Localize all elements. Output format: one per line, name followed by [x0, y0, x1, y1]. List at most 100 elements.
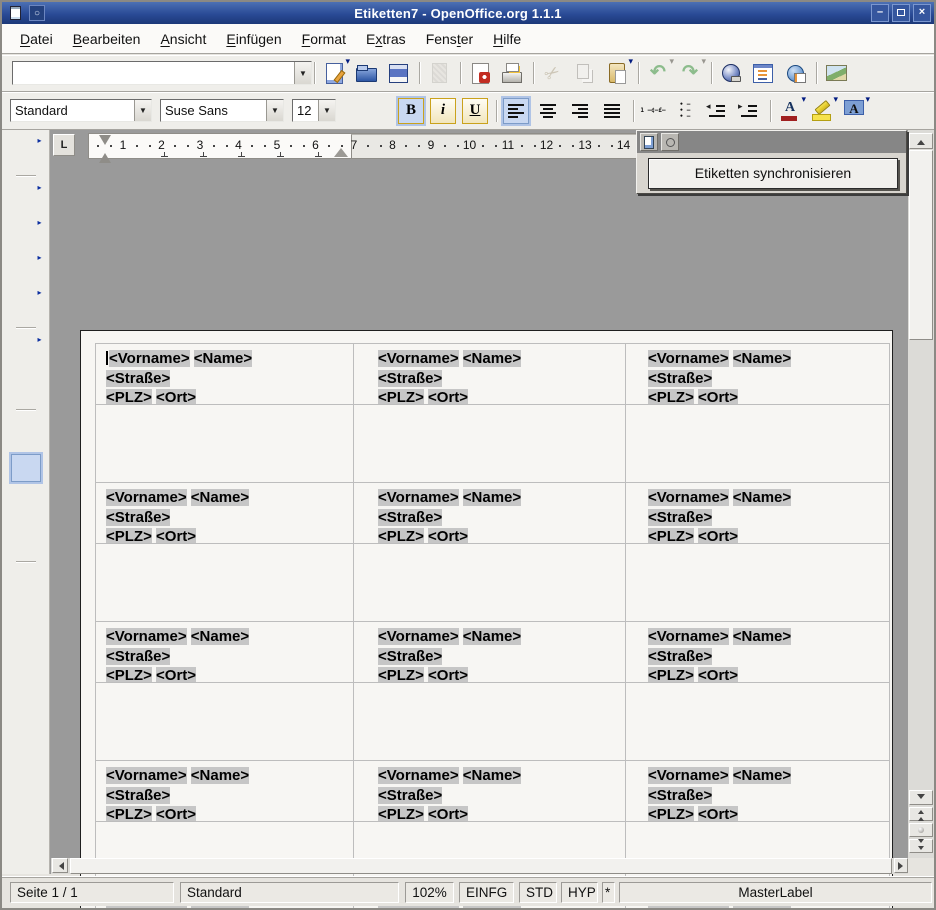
field-plz[interactable]: <PLZ>: [106, 389, 152, 404]
synchronize-floating-window[interactable]: Etiketten synchronisieren: [636, 130, 907, 194]
field-plz[interactable]: <PLZ>: [648, 806, 694, 821]
field-plz[interactable]: <PLZ>: [106, 806, 152, 821]
font-size-value[interactable]: 12: [293, 100, 318, 121]
dropdown-arrow-icon[interactable]: ▾: [701, 57, 706, 65]
horizontal-scroll-thumb[interactable]: [70, 858, 892, 874]
dropdown-arrow-icon[interactable]: ▾: [345, 57, 350, 65]
field-strasse[interactable]: <Straße>: [106, 648, 170, 665]
field-vorname[interactable]: <Vorname>: [648, 489, 729, 506]
field-vorname[interactable]: <Vorname>: [648, 767, 729, 784]
graphics-on-off-icon[interactable]: [11, 606, 41, 634]
paragraph-style-value[interactable]: Standard: [11, 100, 134, 121]
tab-type-selector[interactable]: L: [53, 134, 75, 156]
direct-cursor-icon[interactable]: [11, 372, 41, 400]
field-name[interactable]: <Name>: [191, 628, 249, 645]
status-page-style[interactable]: Standard: [180, 882, 399, 903]
field-vorname[interactable]: <Vorname>: [378, 767, 459, 784]
field-name[interactable]: <Name>: [733, 628, 791, 645]
field-ort[interactable]: <Ort>: [698, 806, 738, 821]
highlighting-icon[interactable]: ▾: [809, 98, 835, 124]
label-cell[interactable]: <Vorname> <Name><Straße><PLZ> <Ort>: [378, 344, 625, 404]
label-cell[interactable]: <Vorname> <Name><Straße><PLZ> <Ort>: [648, 344, 889, 404]
field-strasse[interactable]: <Straße>: [378, 648, 442, 665]
field-strasse[interactable]: <Straße>: [378, 370, 442, 387]
field-strasse[interactable]: <Straße>: [648, 509, 712, 526]
bullets-icon[interactable]: [672, 98, 698, 124]
field-name[interactable]: <Name>: [191, 489, 249, 506]
background-color-icon[interactable]: ▾: [841, 98, 867, 124]
label-cell[interactable]: <Vorname> <Name><Straße><PLZ> <Ort>: [378, 483, 625, 543]
titlebar[interactable]: ○ Etiketten7 - OpenOffice.org 1.1.1 – ×: [2, 2, 934, 24]
float-document-icon[interactable]: [640, 133, 658, 151]
field-name[interactable]: <Name>: [463, 906, 521, 910]
label-cell[interactable]: <Vorname> <Name><Straße><PLZ> <Ort>: [378, 622, 625, 682]
window-document-icon[interactable]: [6, 4, 24, 22]
field-ort[interactable]: <Ort>: [156, 389, 196, 404]
label-cell[interactable]: <Vorname> <Name> <Straße> <PLZ> <Ort>: [648, 761, 889, 821]
field-vorname[interactable]: <Vorname>: [648, 906, 729, 910]
menu-item-bearbeiten[interactable]: Bearbeiten: [63, 28, 151, 50]
label-cell[interactable]: <Vorname> <Name> <Straße> <PLZ> <Ort>: [648, 483, 889, 543]
autotext-icon[interactable]: ▸: [11, 337, 41, 365]
status-page-number[interactable]: Seite 1 / 1: [10, 882, 174, 903]
dropdown-arrow-icon[interactable]: ▾: [628, 57, 633, 65]
field-name[interactable]: <Name>: [733, 489, 791, 506]
bold-button[interactable]: B: [398, 98, 424, 124]
field-plz[interactable]: <PLZ>: [648, 528, 694, 543]
field-name[interactable]: <Name>: [733, 767, 791, 784]
scroll-down-button[interactable]: [909, 790, 933, 805]
label-cell[interactable]: <Vorname> <Name><Straße><PLZ> <Ort>: [106, 622, 353, 682]
chevron-down-icon[interactable]: ▼: [294, 62, 311, 84]
maximize-button[interactable]: [892, 4, 910, 22]
field-strasse[interactable]: <Straße>: [648, 787, 712, 804]
minimize-button[interactable]: –: [871, 4, 889, 22]
field-plz[interactable]: <PLZ>: [648, 389, 694, 404]
field-ort[interactable]: <Ort>: [698, 389, 738, 404]
chevron-down-icon[interactable]: ▼: [318, 100, 335, 121]
align-left-icon[interactable]: [503, 98, 529, 124]
field-strasse[interactable]: <Straße>: [106, 370, 170, 387]
undo-icon[interactable]: ▾: [645, 60, 671, 86]
field-plz[interactable]: <PLZ>: [378, 389, 424, 404]
font-color-icon[interactable]: ▾: [777, 98, 803, 124]
export-pdf-icon[interactable]: [467, 60, 493, 86]
field-ort[interactable]: <Ort>: [156, 667, 196, 682]
auto-spellcheck-icon[interactable]: [11, 454, 41, 482]
status-zoom[interactable]: 102%: [405, 882, 454, 903]
field-vorname[interactable]: <Vorname>: [106, 767, 187, 784]
nonprinting-characters-icon[interactable]: [11, 571, 41, 599]
field-ort[interactable]: <Ort>: [156, 806, 196, 821]
spellcheck-icon[interactable]: [11, 419, 41, 447]
vertical-scrollbar[interactable]: [908, 130, 934, 874]
label-cell[interactable]: <Vorname> <Name><Straße><PLZ> <Ort>: [106, 483, 353, 543]
status-selection-mode[interactable]: STD: [519, 882, 557, 903]
document-page[interactable]: <Vorname> <Name> <Straße> <PLZ> <Ort> <Vorn…: [80, 330, 893, 910]
field-strasse[interactable]: <Straße>: [648, 370, 712, 387]
increase-indent-icon[interactable]: [736, 98, 762, 124]
scroll-up-button[interactable]: [909, 133, 933, 149]
close-circle-icon[interactable]: [661, 133, 679, 151]
field-vorname[interactable]: <Vorname>: [378, 628, 459, 645]
align-right-icon[interactable]: [567, 98, 593, 124]
field-plz[interactable]: <PLZ>: [106, 528, 152, 543]
field-strasse[interactable]: <Straße>: [648, 648, 712, 665]
align-center-icon[interactable]: [535, 98, 561, 124]
dropdown-arrow-icon[interactable]: ▾: [801, 95, 806, 103]
menu-item-ansicht[interactable]: Ansicht: [150, 28, 216, 50]
gallery-icon[interactable]: [782, 60, 808, 86]
italic-button[interactable]: i: [430, 98, 456, 124]
draw-functions-icon[interactable]: ▸: [11, 255, 41, 283]
next-page-button[interactable]: [909, 839, 933, 853]
field-name[interactable]: <Name>: [463, 767, 521, 784]
field-vorname[interactable]: <Vorname>: [106, 628, 187, 645]
field-strasse[interactable]: <Straße>: [106, 509, 170, 526]
print-icon[interactable]: [499, 60, 525, 86]
field-ort[interactable]: <Ort>: [698, 528, 738, 543]
field-ort[interactable]: <Ort>: [428, 389, 468, 404]
data-sources-icon[interactable]: [11, 524, 41, 552]
font-name-combobox[interactable]: Suse Sans ▼: [160, 99, 284, 122]
stylist-icon[interactable]: [750, 60, 776, 86]
menu-item-datei[interactable]: Datei: [10, 28, 63, 50]
status-hyperlink-mode[interactable]: HYP: [561, 882, 598, 903]
insert-table-icon[interactable]: ▸: [11, 138, 41, 166]
